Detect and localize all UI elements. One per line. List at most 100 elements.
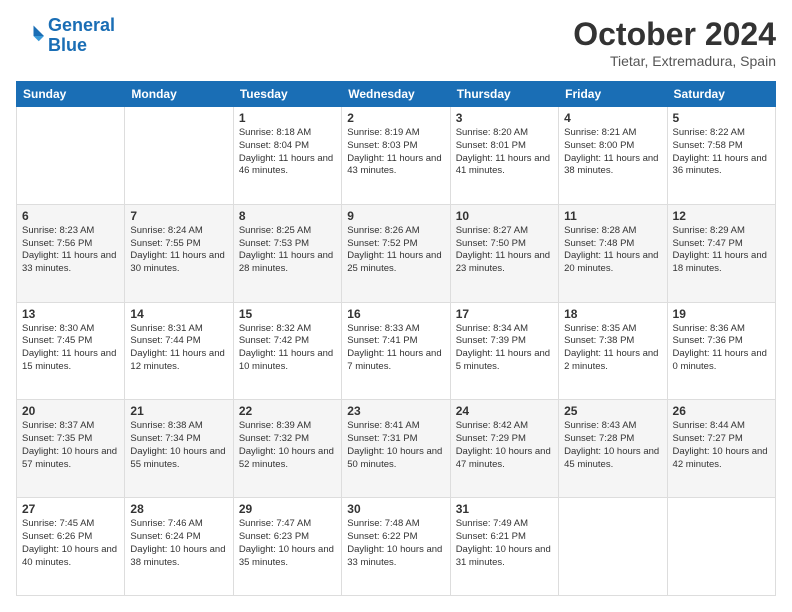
calendar-cell: 10 Sunrise: 8:27 AM Sunset: 7:50 PM Dayli… (450, 204, 558, 302)
calendar-cell: 31Sunrise: 7:49 AM Sunset: 6:21 PM Dayli… (450, 498, 558, 596)
cell-content: Sunrise: 8:21 AM Sunset: 8:00 PM Dayligh… (564, 127, 661, 178)
day-number: 22 (239, 404, 336, 418)
day-number: 19 (673, 307, 770, 321)
cell-content: Sunrise: 8:44 AM Sunset: 7:27 PM Dayligh… (673, 420, 770, 471)
calendar-cell: 5Sunrise: 8:22 AM Sunset: 7:58 PM Daylig… (667, 107, 775, 205)
day-number: 26 (673, 404, 770, 418)
logo: General Blue (16, 16, 115, 56)
calendar-cell: 26 Sunrise: 8:44 AM Sunset: 7:27 PM Dayli… (667, 400, 775, 498)
weekday-header-monday: Monday (125, 82, 233, 107)
calendar-cell: 6Sunrise: 8:23 AM Sunset: 7:56 PM Daylig… (17, 204, 125, 302)
day-number: 27 (22, 502, 119, 516)
logo-icon (16, 22, 44, 50)
cell-content: Sunrise: 7:45 AM Sunset: 6:26 PM Dayligh… (22, 518, 119, 569)
day-number: 24 (456, 404, 553, 418)
cell-content: Sunrise: 8:41 AM Sunset: 7:31 PM Dayligh… (347, 420, 444, 471)
day-number: 1 (239, 111, 336, 125)
cell-content: Sunrise: 8:37 AM Sunset: 7:35 PM Dayligh… (22, 420, 119, 471)
calendar-table: SundayMondayTuesdayWednesdayThursdayFrid… (16, 81, 776, 596)
day-number: 23 (347, 404, 444, 418)
calendar-cell: 23 Sunrise: 8:41 AM Sunset: 7:31 PM Dayli… (342, 400, 450, 498)
weekday-header-saturday: Saturday (667, 82, 775, 107)
cell-content: Sunrise: 7:46 AM Sunset: 6:24 PM Dayligh… (130, 518, 227, 569)
calendar-cell: 3 Sunrise: 8:20 AM Sunset: 8:01 PM Daylig… (450, 107, 558, 205)
weekday-header-thursday: Thursday (450, 82, 558, 107)
day-number: 12 (673, 209, 770, 223)
calendar-cell: 2 Sunrise: 8:19 AM Sunset: 8:03 PM Daylig… (342, 107, 450, 205)
cell-content: Sunrise: 8:27 AM Sunset: 7:50 PM Dayligh… (456, 225, 553, 276)
weekday-header-row: SundayMondayTuesdayWednesdayThursdayFrid… (17, 82, 776, 107)
day-number: 15 (239, 307, 336, 321)
calendar-cell: 16Sunrise: 8:33 AM Sunset: 7:41 PM Dayli… (342, 302, 450, 400)
cell-content: Sunrise: 8:29 AM Sunset: 7:47 PM Dayligh… (673, 225, 770, 276)
day-number: 17 (456, 307, 553, 321)
calendar-cell: 22 Sunrise: 8:39 AM Sunset: 7:32 PM Dayli… (233, 400, 341, 498)
calendar-cell (559, 498, 667, 596)
day-number: 11 (564, 209, 661, 223)
day-number: 9 (347, 209, 444, 223)
day-number: 21 (130, 404, 227, 418)
calendar-week-1: 1Sunrise: 8:18 AM Sunset: 8:04 PM Daylig… (17, 107, 776, 205)
day-number: 18 (564, 307, 661, 321)
calendar-cell: 30Sunrise: 7:48 AM Sunset: 6:22 PM Dayli… (342, 498, 450, 596)
day-number: 13 (22, 307, 119, 321)
cell-content: Sunrise: 8:31 AM Sunset: 7:44 PM Dayligh… (130, 323, 227, 374)
calendar-cell (17, 107, 125, 205)
calendar-cell (667, 498, 775, 596)
day-number: 5 (673, 111, 770, 125)
logo-text: General Blue (48, 16, 115, 56)
title-block: October 2024 Tietar, Extremadura, Spain (573, 16, 776, 69)
cell-content: Sunrise: 8:35 AM Sunset: 7:38 PM Dayligh… (564, 323, 661, 374)
cell-content: Sunrise: 8:20 AM Sunset: 8:01 PM Dayligh… (456, 127, 553, 178)
day-number: 7 (130, 209, 227, 223)
page: General Blue October 2024 Tietar, Extrem… (0, 0, 792, 612)
cell-content: Sunrise: 8:34 AM Sunset: 7:39 PM Dayligh… (456, 323, 553, 374)
day-number: 14 (130, 307, 227, 321)
calendar-cell: 4Sunrise: 8:21 AM Sunset: 8:00 PM Daylig… (559, 107, 667, 205)
cell-content: Sunrise: 8:42 AM Sunset: 7:29 PM Dayligh… (456, 420, 553, 471)
weekday-header-wednesday: Wednesday (342, 82, 450, 107)
cell-content: Sunrise: 8:24 AM Sunset: 7:55 PM Dayligh… (130, 225, 227, 276)
cell-content: Sunrise: 7:49 AM Sunset: 6:21 PM Dayligh… (456, 518, 553, 569)
calendar-cell: 29Sunrise: 7:47 AM Sunset: 6:23 PM Dayli… (233, 498, 341, 596)
calendar-week-2: 6Sunrise: 8:23 AM Sunset: 7:56 PM Daylig… (17, 204, 776, 302)
cell-content: Sunrise: 8:36 AM Sunset: 7:36 PM Dayligh… (673, 323, 770, 374)
day-number: 8 (239, 209, 336, 223)
calendar-cell: 28Sunrise: 7:46 AM Sunset: 6:24 PM Dayli… (125, 498, 233, 596)
cell-content: Sunrise: 8:38 AM Sunset: 7:34 PM Dayligh… (130, 420, 227, 471)
calendar-cell (125, 107, 233, 205)
calendar-header: SundayMondayTuesdayWednesdayThursdayFrid… (17, 82, 776, 107)
cell-content: Sunrise: 8:26 AM Sunset: 7:52 PM Dayligh… (347, 225, 444, 276)
location-subtitle: Tietar, Extremadura, Spain (573, 53, 776, 69)
weekday-header-friday: Friday (559, 82, 667, 107)
calendar-cell: 21 Sunrise: 8:38 AM Sunset: 7:34 PM Dayli… (125, 400, 233, 498)
calendar-week-4: 20Sunrise: 8:37 AM Sunset: 7:35 PM Dayli… (17, 400, 776, 498)
day-number: 29 (239, 502, 336, 516)
day-number: 10 (456, 209, 553, 223)
calendar-cell: 15 Sunrise: 8:32 AM Sunset: 7:42 PM Dayli… (233, 302, 341, 400)
calendar-cell: 19 Sunrise: 8:36 AM Sunset: 7:36 PM Dayli… (667, 302, 775, 400)
calendar-cell: 14 Sunrise: 8:31 AM Sunset: 7:44 PM Dayli… (125, 302, 233, 400)
calendar-cell: 13Sunrise: 8:30 AM Sunset: 7:45 PM Dayli… (17, 302, 125, 400)
day-number: 2 (347, 111, 444, 125)
cell-content: Sunrise: 8:39 AM Sunset: 7:32 PM Dayligh… (239, 420, 336, 471)
cell-content: Sunrise: 8:25 AM Sunset: 7:53 PM Dayligh… (239, 225, 336, 276)
calendar-week-5: 27 Sunrise: 7:45 AM Sunset: 6:26 PM Dayli… (17, 498, 776, 596)
calendar-cell: 7 Sunrise: 8:24 AM Sunset: 7:55 PM Daylig… (125, 204, 233, 302)
calendar-week-3: 13Sunrise: 8:30 AM Sunset: 7:45 PM Dayli… (17, 302, 776, 400)
calendar-cell: 17 Sunrise: 8:34 AM Sunset: 7:39 PM Dayli… (450, 302, 558, 400)
calendar-cell: 24 Sunrise: 8:42 AM Sunset: 7:29 PM Dayli… (450, 400, 558, 498)
day-number: 3 (456, 111, 553, 125)
calendar-cell: 12 Sunrise: 8:29 AM Sunset: 7:47 PM Dayli… (667, 204, 775, 302)
cell-content: Sunrise: 8:43 AM Sunset: 7:28 PM Dayligh… (564, 420, 661, 471)
month-title: October 2024 (573, 16, 776, 53)
calendar-cell: 11Sunrise: 8:28 AM Sunset: 7:48 PM Dayli… (559, 204, 667, 302)
cell-content: Sunrise: 8:19 AM Sunset: 8:03 PM Dayligh… (347, 127, 444, 178)
weekday-header-tuesday: Tuesday (233, 82, 341, 107)
weekday-header-sunday: Sunday (17, 82, 125, 107)
calendar-cell: 8 Sunrise: 8:25 AM Sunset: 7:53 PM Daylig… (233, 204, 341, 302)
cell-content: Sunrise: 8:32 AM Sunset: 7:42 PM Dayligh… (239, 323, 336, 374)
cell-content: Sunrise: 8:33 AM Sunset: 7:41 PM Dayligh… (347, 323, 444, 374)
header: General Blue October 2024 Tietar, Extrem… (16, 16, 776, 69)
calendar-cell: 25Sunrise: 8:43 AM Sunset: 7:28 PM Dayli… (559, 400, 667, 498)
